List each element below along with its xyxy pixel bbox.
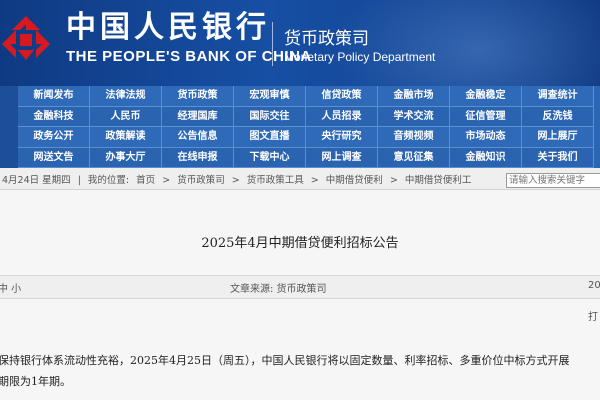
nav-item[interactable]: 学术交流 — [378, 106, 450, 127]
nav-item[interactable]: 网上调查 — [306, 147, 378, 168]
article-meta-row: 中 小 文章来源: 货币政策司 20 — [0, 275, 600, 299]
nav-item[interactable]: 图文直播 — [234, 127, 306, 148]
search-input[interactable] — [506, 173, 600, 188]
header-divider — [272, 22, 273, 66]
nav-item[interactable]: 金融市场 — [378, 86, 450, 107]
article-paragraph-2: 期限为1年期。 — [0, 375, 71, 388]
current-date: 4月24日 星期四 — [2, 175, 71, 186]
breadcrumb-item-department[interactable]: 货币政策司 — [177, 175, 225, 186]
breadcrumb-separator: > — [310, 175, 319, 186]
nav-item[interactable]: 货币政策 — [162, 86, 234, 107]
breadcrumb-item-mlf-sub[interactable]: 中期借贷便利工 — [405, 175, 472, 186]
nav-item[interactable]: 反洗钱 — [522, 106, 594, 127]
breadcrumb-item-tools[interactable]: 货币政策工具 — [247, 175, 304, 186]
nav-item[interactable]: 公告信息 — [162, 127, 234, 148]
nav-item[interactable]: 关于我们 — [522, 147, 594, 168]
article-content: 2025年4月中期借贷便利招标公告 中 小 文章来源: 货币政策司 20 打 保… — [0, 190, 600, 400]
pboc-emblem-icon[interactable] — [0, 10, 56, 70]
breadcrumb-item-mlf[interactable]: 中期借贷便利 — [326, 175, 383, 186]
header-glow — [330, 0, 600, 86]
nav-item[interactable]: 网送文告 — [18, 147, 90, 168]
nav-item[interactable]: 经理国库 — [162, 106, 234, 127]
breadcrumb-separator: > — [389, 175, 398, 186]
nav-item[interactable]: 信贷政策 — [306, 86, 378, 107]
print-link[interactable]: 打 — [588, 308, 598, 323]
nav-item[interactable]: 金融科技 — [18, 106, 90, 127]
nav-item[interactable]: 央行研究 — [306, 127, 378, 148]
article-date: 20 — [588, 280, 600, 291]
nav-item[interactable]: 意见征集 — [378, 147, 450, 168]
nav-item[interactable]: 宏观审慎 — [234, 86, 306, 107]
breadcrumb-location-label: 我的位置: — [87, 175, 130, 186]
breadcrumb: 4月24日 星期四 | 我的位置: 首页 > 货币政策司 > 货币政策工具 > … — [2, 172, 475, 186]
nav-item[interactable]: 调查统计 — [522, 86, 594, 107]
nav-item[interactable]: 办事大厅 — [90, 147, 162, 168]
nav-item[interactable]: 人民币 — [90, 106, 162, 127]
nav-item[interactable]: 金融知识 — [450, 147, 522, 168]
article-source: 文章来源: 货币政策司 — [230, 284, 327, 295]
bank-name-cn[interactable]: 中国人民银行 — [66, 10, 270, 46]
department-name-en[interactable]: Monetary Policy Department — [284, 50, 435, 64]
nav-item[interactable]: 市场动态 — [450, 127, 522, 148]
article-title: 2025年4月中期借贷便利招标公告 — [201, 236, 399, 251]
breadcrumb-separator: > — [162, 175, 171, 186]
breadcrumb-separator: > — [231, 175, 240, 186]
nav-item[interactable]: 在线申报 — [162, 147, 234, 168]
site-header: 中国人民银行 THE PEOPLE'S BANK OF CHINA 货币政策司 … — [0, 0, 600, 86]
nav-grid: 新闻发布 法律法规 货币政策 宏观审慎 信贷政策 金融市场 金融稳定 调查统计金融科技 人民币经… — [18, 86, 600, 168]
nav-item[interactable]: 新闻发布 — [18, 86, 90, 107]
department-name-cn[interactable]: 货币政策司 — [284, 24, 369, 49]
nav-item[interactable]: 人员招录 — [306, 106, 378, 127]
nav-item[interactable]: 金融稳定 — [450, 86, 522, 107]
nav-item[interactable]: 法律法规 — [90, 86, 162, 107]
nav-item[interactable]: 国际交往 — [234, 106, 306, 127]
nav-item[interactable]: 下载中心 — [234, 147, 306, 168]
main-navigation: 新闻发布 法律法规 货币政策 宏观审慎 信贷政策 金融市场 金融稳定 调查统计金融科技 人民币经… — [0, 86, 600, 168]
font-size-switch[interactable]: 中 小 — [0, 280, 21, 295]
nav-item[interactable]: 政务公开 — [18, 127, 90, 148]
breadcrumb-separator: | — [77, 175, 81, 186]
breadcrumb-item-home[interactable]: 首页 — [136, 175, 155, 186]
nav-item[interactable]: 征信管理 — [450, 106, 522, 127]
nav-item[interactable]: 网上展厅 — [522, 127, 594, 148]
bank-name-en[interactable]: THE PEOPLE'S BANK OF CHINA — [66, 48, 312, 65]
article-paragraph-1: 保持银行体系流动性充裕，2025年4月25日（周五），中国人民银行将以固定数量、… — [0, 354, 570, 367]
nav-side-strip — [0, 86, 18, 168]
nav-item[interactable]: 政策解读 — [90, 127, 162, 148]
nav-item[interactable]: 音频视频 — [378, 127, 450, 148]
